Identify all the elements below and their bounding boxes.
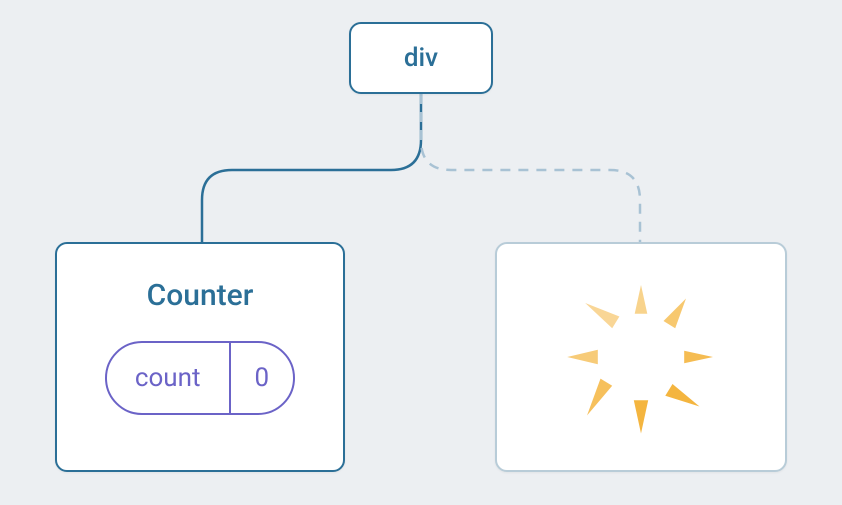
state-pill: count 0 — [105, 341, 295, 415]
state-value: 0 — [231, 343, 294, 413]
root-node: div — [349, 22, 493, 94]
loading-spinner-icon — [551, 267, 731, 447]
root-label: div — [404, 43, 438, 73]
counter-node: Counter count 0 — [55, 242, 345, 472]
placeholder-node — [495, 242, 787, 472]
diagram-canvas: div Counter count 0 — [0, 0, 842, 505]
counter-title: Counter — [147, 278, 254, 313]
state-key: count — [107, 343, 231, 413]
